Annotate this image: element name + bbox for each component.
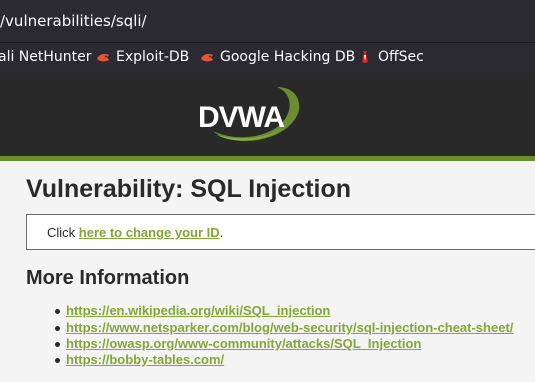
bookmark-label: ali NetHunter bbox=[0, 49, 92, 65]
wikipedia-link[interactable]: https://en.wikipedia.org/wiki/SQL_inject… bbox=[66, 303, 330, 318]
bookmark-label: OffSec bbox=[378, 49, 424, 65]
bookmark-kali-nethunter[interactable]: ali NetHunter bbox=[0, 49, 92, 65]
more-info-heading: More Information bbox=[26, 267, 190, 289]
bullet bbox=[55, 326, 60, 331]
bookmarks-toolbar: ali NetHunter Exploit-DB Google Hacking … bbox=[0, 43, 535, 73]
bookmark-exploit-db[interactable]: Exploit-DB bbox=[96, 49, 189, 65]
netsparker-link[interactable]: https://www.netsparker.com/blog/web-secu… bbox=[66, 320, 513, 335]
exploit-db-icon bbox=[97, 54, 109, 62]
page-title: Vulnerability: SQL Injection bbox=[26, 175, 352, 203]
offsec-icon bbox=[362, 51, 368, 63]
main-content: Vulnerability: SQL Injection Click here … bbox=[0, 161, 535, 382]
vuln-instruction: Click here to change your ID. bbox=[47, 225, 223, 240]
bullet bbox=[55, 309, 60, 314]
bookmark-label: Exploit-DB bbox=[116, 49, 190, 65]
bobby-tables-link[interactable]: https://bobby-tables.com/ bbox=[66, 352, 224, 367]
svg-text:DVWA: DVWA bbox=[198, 101, 284, 134]
vulnerable-code-area: Click here to change your ID. bbox=[26, 214, 535, 250]
browser-url-bar[interactable]: /vulnerabilities/sqli/ bbox=[0, 0, 535, 42]
vuln-prefix: Click bbox=[47, 225, 79, 240]
owasp-link[interactable]: https://owasp.org/www-community/attacks/… bbox=[66, 336, 421, 351]
dvwa-logo[interactable]: DVWA bbox=[193, 81, 303, 149]
url-text[interactable]: /vulnerabilities/sqli/ bbox=[0, 12, 147, 30]
dvwa-header: DVWA bbox=[0, 73, 535, 156]
bullet bbox=[55, 342, 60, 347]
bookmark-offsec[interactable]: OffSec bbox=[358, 49, 424, 65]
change-id-link[interactable]: here to change your ID bbox=[79, 225, 220, 240]
bookmark-google-hacking-db[interactable]: Google Hacking DB bbox=[200, 49, 355, 65]
vuln-suffix: . bbox=[219, 225, 224, 240]
ghdb-icon bbox=[201, 54, 213, 62]
bookmark-label: Google Hacking DB bbox=[220, 49, 356, 65]
bullet bbox=[55, 358, 60, 363]
